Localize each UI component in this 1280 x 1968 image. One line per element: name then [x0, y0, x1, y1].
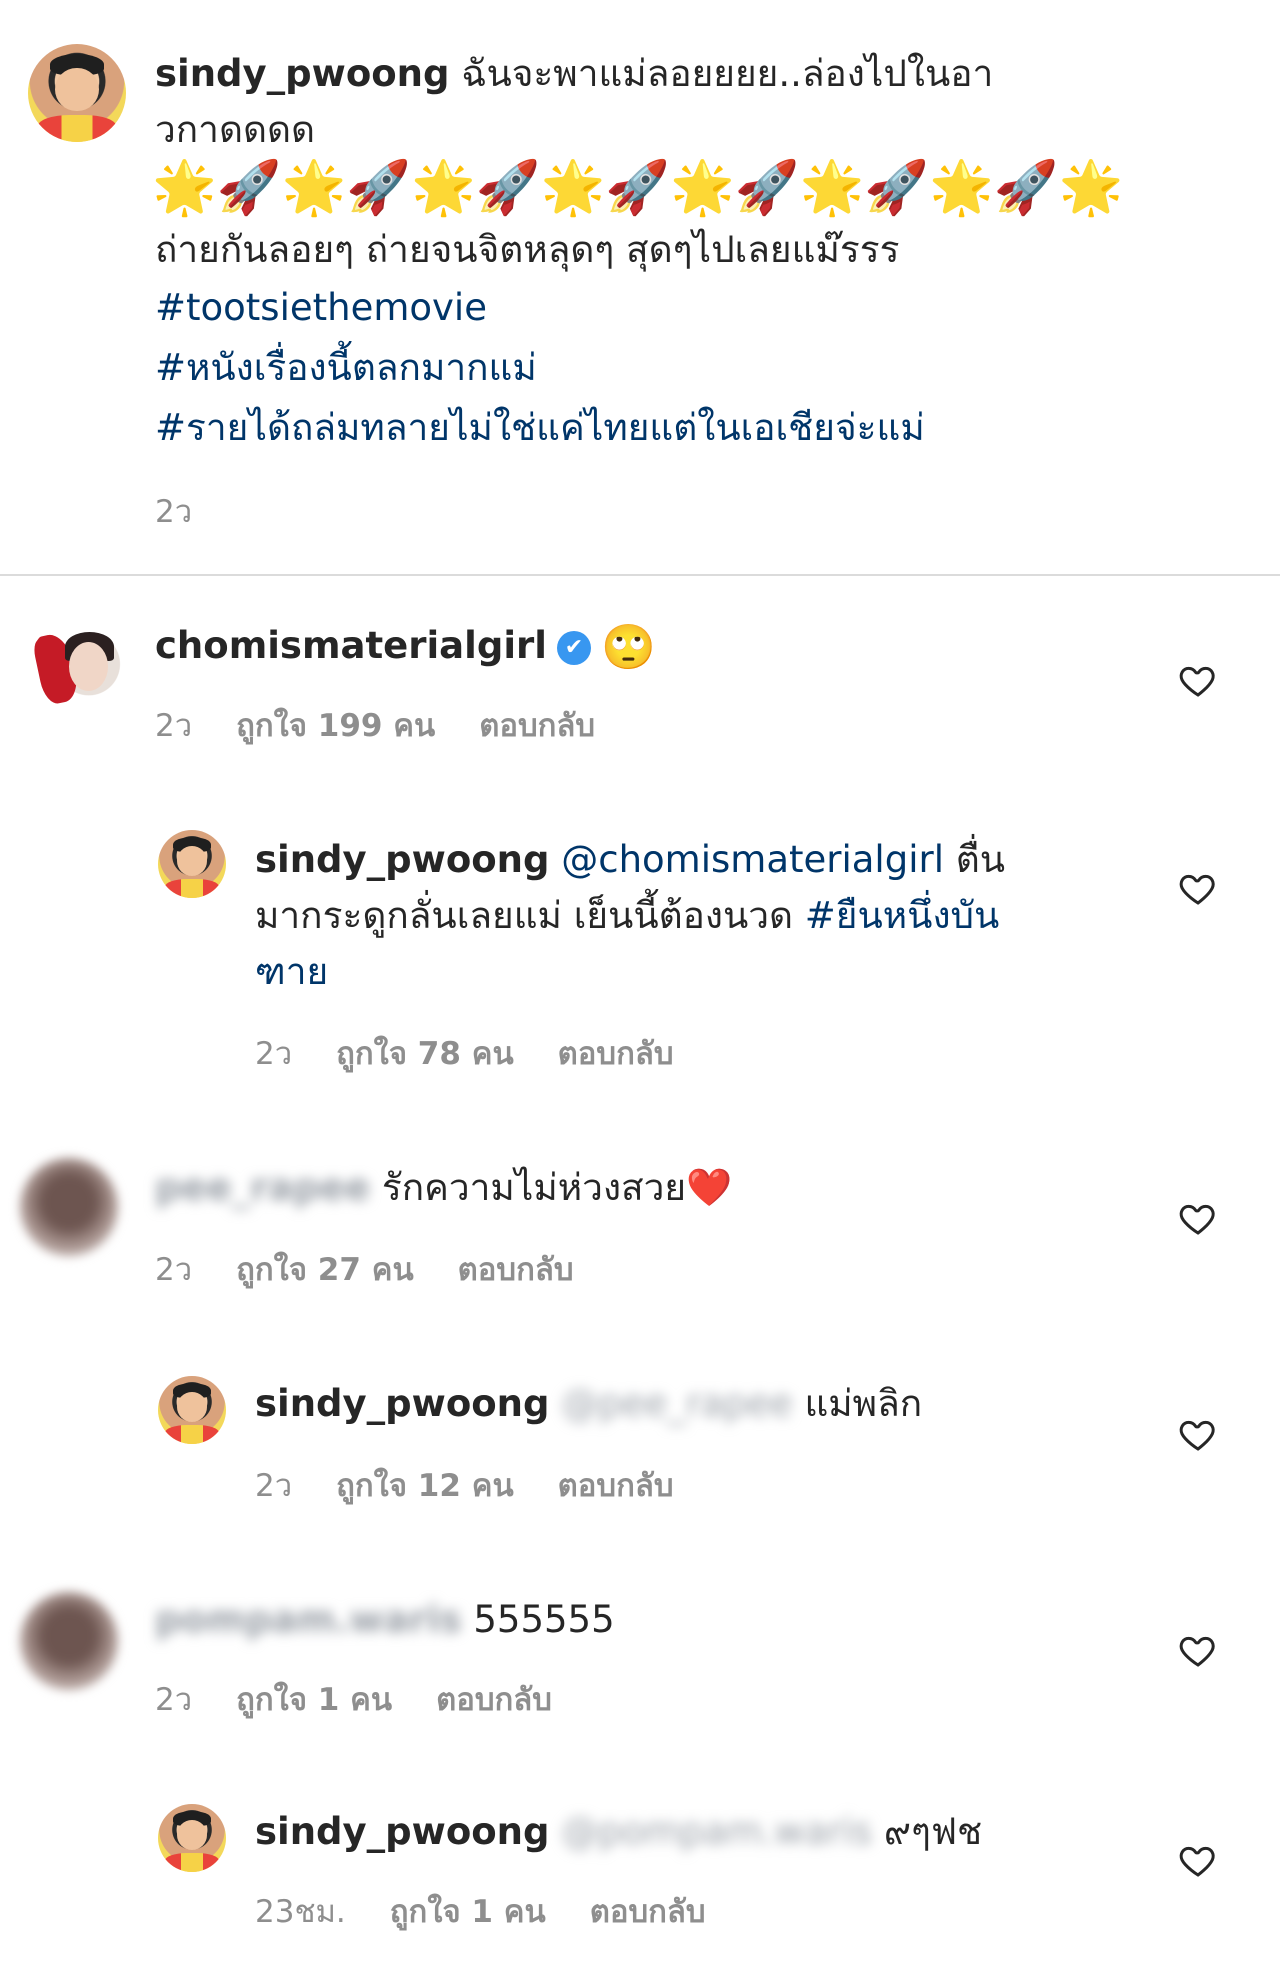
reply-time: 2ว: [255, 1468, 293, 1504]
avatar-shirt: [164, 1852, 220, 1872]
reply-text-line2-body: มากระดูกลั่นเลยแม่ เย็นนี้ต้องนวด: [255, 894, 805, 937]
post-caption: sindy_pwoong ฉันจะพาแม่ลอยยยย..ล่องไปในอ…: [155, 46, 1095, 102]
comment-meta: 2ว ถูกใจ 27 คน ตอบกลับ: [155, 1244, 618, 1294]
reply-meta: 2ว ถูกใจ 12 คน ตอบกลับ: [255, 1460, 718, 1510]
comment-avatar[interactable]: [28, 620, 126, 718]
like-heart-icon[interactable]: [1178, 1840, 1218, 1880]
reply-likes[interactable]: ถูกใจ 78 คน: [336, 1036, 514, 1072]
hashtag-funny-movie[interactable]: #หนังเรื่องนี้ตลกมากแม่: [155, 340, 537, 396]
like-heart-icon[interactable]: [1178, 1414, 1218, 1454]
reply-body: ๙ๆฟช: [883, 1810, 983, 1853]
caption-line3: ถ่ายกันลอยๆ ถ่ายจนจิตหลุดๆ สุดๆไปเลยแม๊ร…: [155, 228, 900, 271]
hashtag-box-office[interactable]: #รายได้ถล่มทลายไม่ใช่แค่ไทยแต่ในเอเชียจ่…: [155, 400, 925, 456]
comment-avatar[interactable]: [20, 1592, 118, 1690]
avatar-face: [69, 641, 109, 691]
hashtag-standing-first[interactable]: #ยืนหนึ่งบัน: [805, 894, 1000, 937]
comment-username[interactable]: chomismaterialgirl: [155, 624, 547, 667]
avatar-face: [55, 67, 99, 111]
red-heart-emoji: ❤️: [686, 1166, 733, 1209]
like-heart-icon[interactable]: [1178, 868, 1218, 908]
reply-button[interactable]: ตอบกลับ: [558, 1468, 674, 1504]
comment-meta: 2ว ถูกใจ 199 คน ตอบกลับ: [155, 700, 639, 750]
reply-avatar[interactable]: [158, 1376, 226, 1444]
reply-button[interactable]: ตอบกลับ: [590, 1894, 706, 1930]
comment-text: chomismaterialgirl ✔ 🙄: [155, 618, 656, 676]
post-divider: [0, 574, 1280, 576]
mention-link[interactable]: @pee_rapee: [561, 1382, 792, 1425]
caption-emoji-row: 🌟🚀🌟🚀🌟🚀🌟🚀🌟🚀🌟🚀🌟🚀🌟: [152, 158, 1124, 218]
reply-body: แม่พลิก: [804, 1382, 923, 1425]
mention-link[interactable]: @chomismaterialgirl: [561, 838, 944, 881]
comment-username[interactable]: pee_rapee: [155, 1166, 370, 1209]
reply-button[interactable]: ตอบกลับ: [558, 1036, 674, 1072]
reply-text-part1: ตื่น: [943, 838, 1006, 881]
hashtag-tootsie[interactable]: #tootsiethemovie: [155, 280, 487, 336]
hashtag-line3[interactable]: ฑาย: [255, 944, 328, 1000]
reply-button[interactable]: ตอบกลับ: [479, 708, 595, 744]
reply-likes[interactable]: ถูกใจ 1 คน: [390, 1894, 546, 1930]
reply-text-line2: มากระดูกลั่นเลยแม่ เย็นนี้ต้องนวด #ยืนหน…: [255, 888, 1135, 944]
reply-button[interactable]: ตอบกลับ: [436, 1682, 552, 1718]
reply-username[interactable]: sindy_pwoong: [255, 1810, 549, 1853]
reply-text: sindy_pwoong @chomismaterialgirl ตื่น: [255, 832, 1135, 888]
comment-avatar[interactable]: [20, 1158, 118, 1256]
avatar-face: [177, 1392, 207, 1423]
reply-meta: 2ว ถูกใจ 78 คน ตอบกลับ: [255, 1028, 718, 1078]
comment-username[interactable]: pompam.waris: [155, 1598, 462, 1641]
reply-username[interactable]: sindy_pwoong: [255, 838, 549, 881]
avatar-face: [177, 846, 207, 877]
reply-time: 23ชม.: [255, 1894, 346, 1930]
comment-text: pee_rapee รักความไม่ห่วงสวย❤️: [155, 1160, 732, 1216]
comment-text: pompam.waris 555555: [155, 1592, 615, 1648]
reply-meta: 23ชม. ถูกใจ 1 คน ตอบกลับ: [255, 1886, 750, 1936]
verified-badge-icon: ✔: [556, 630, 591, 665]
reply-text: sindy_pwoong @pompam.waris ๙ๆฟช: [255, 1804, 982, 1860]
comment-meta: 2ว ถูกใจ 1 คน ตอบกลับ: [155, 1674, 596, 1724]
post-username[interactable]: sindy_pwoong: [155, 52, 449, 95]
caption-line1: ฉันจะพาแม่ลอยยยย..ล่องไปในอา: [461, 52, 994, 95]
reply-avatar[interactable]: [158, 830, 226, 898]
post-time: 2ว: [155, 494, 193, 530]
like-heart-icon[interactable]: [1178, 660, 1218, 700]
comment-likes[interactable]: ถูกใจ 199 คน: [236, 708, 435, 744]
comment-body: 555555: [473, 1598, 615, 1641]
comment-time: 2ว: [155, 1252, 193, 1288]
avatar-shirt: [37, 114, 117, 142]
avatar-face: [177, 1820, 207, 1851]
comment-likes[interactable]: ถูกใจ 27 คน: [236, 1252, 414, 1288]
reply-text: sindy_pwoong @pee_rapee แม่พลิก: [255, 1376, 922, 1432]
reply-likes[interactable]: ถูกใจ 12 คน: [336, 1468, 514, 1504]
caption-line2: วกาดดดด: [155, 108, 316, 151]
reply-button[interactable]: ตอบกลับ: [458, 1252, 574, 1288]
comment-likes[interactable]: ถูกใจ 1 คน: [236, 1682, 392, 1718]
post-author-avatar[interactable]: [28, 44, 126, 142]
reply-avatar[interactable]: [158, 1804, 226, 1872]
comment-time: 2ว: [155, 1682, 193, 1718]
mention-link[interactable]: @pompam.waris: [561, 1810, 872, 1853]
reply-time: 2ว: [255, 1036, 293, 1072]
comment-time: 2ว: [155, 708, 193, 744]
avatar-shirt: [164, 1424, 220, 1444]
comment-body: รักความไม่ห่วงสวย: [381, 1166, 687, 1209]
like-heart-icon[interactable]: [1178, 1198, 1218, 1238]
reply-username[interactable]: sindy_pwoong: [255, 1382, 549, 1425]
avatar-shirt: [164, 878, 220, 898]
like-heart-icon[interactable]: [1178, 1630, 1218, 1670]
eye-roll-emoji: 🙄: [600, 621, 656, 673]
